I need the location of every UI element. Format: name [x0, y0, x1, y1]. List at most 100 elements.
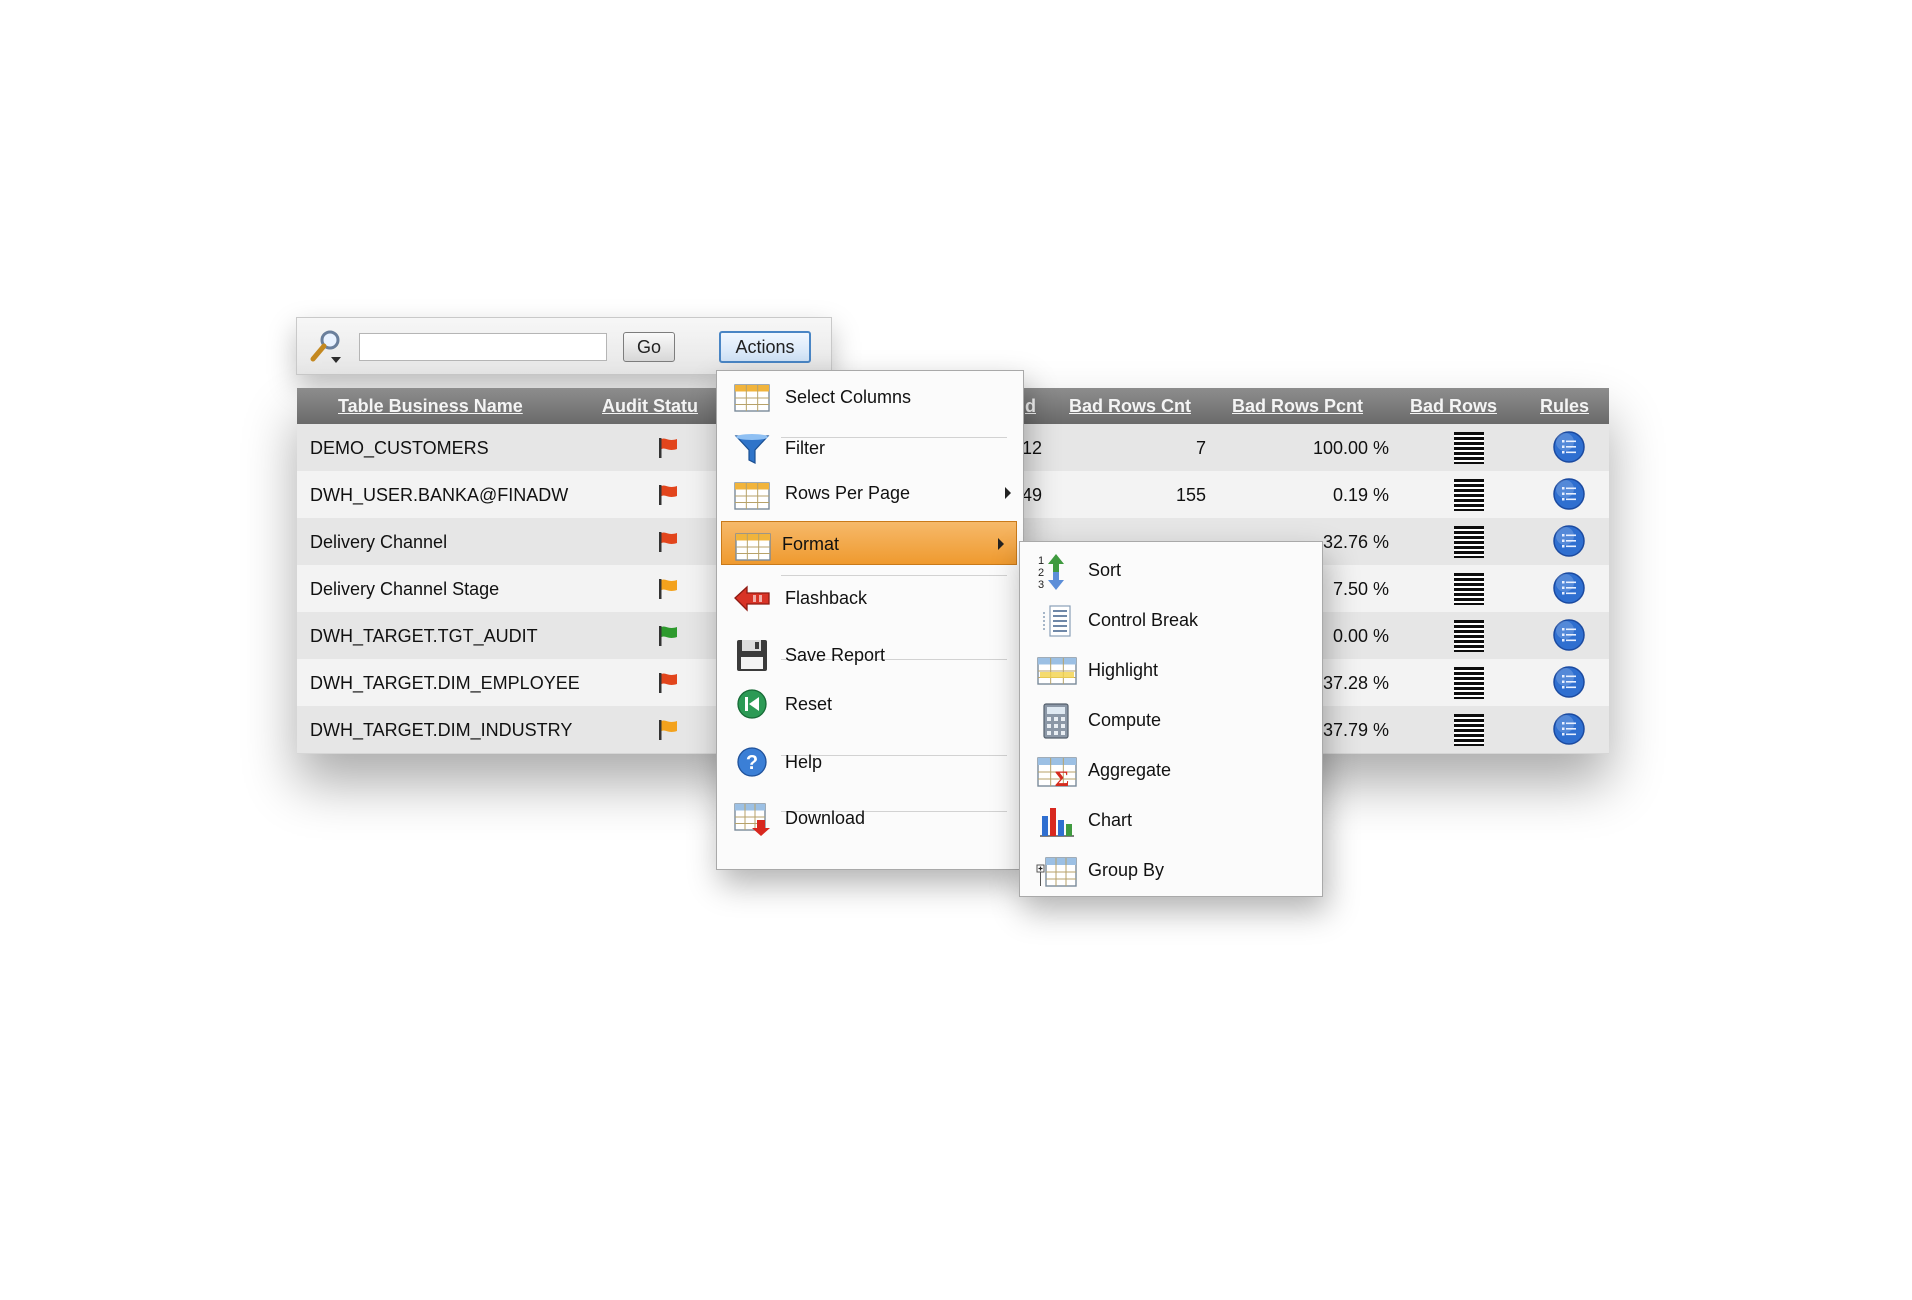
- submenu-arrow-icon: [998, 538, 1004, 550]
- menu-item-save-report[interactable]: Save Report: [717, 633, 1023, 677]
- select-columns-icon: [733, 379, 773, 415]
- menu-item-select-columns[interactable]: Select Columns: [717, 375, 1023, 419]
- svg-text:?: ?: [746, 752, 758, 774]
- chart-icon: [1036, 802, 1078, 840]
- actions-menu: Select Columns Filter Rows Per Page Format F…: [716, 370, 1024, 870]
- menu-item-format[interactable]: Format: [721, 521, 1017, 565]
- save-icon: [733, 637, 773, 673]
- submenu-item-control-break[interactable]: Control Break: [1020, 598, 1322, 644]
- partial-value-cell: 12: [1022, 438, 1043, 458]
- svg-text:3: 3: [1038, 579, 1044, 590]
- submenu-item-group-by[interactable]: Group By: [1020, 848, 1322, 894]
- submenu-item-label: Aggregate: [1088, 760, 1172, 780]
- bad-rows-cnt-cell: 7: [1195, 438, 1206, 458]
- header-table-business-name[interactable]: Table Business Name: [338, 396, 523, 417]
- table-name-cell: DWH_USER.BANKA@FINADW: [310, 485, 569, 505]
- table-name-cell: Delivery Channel Stage: [310, 579, 500, 599]
- bad-rows-barcode-icon[interactable]: [1454, 573, 1484, 605]
- header-partial-column[interactable]: d: [1025, 396, 1036, 417]
- svg-text:2: 2: [1038, 567, 1044, 579]
- actions-button[interactable]: Actions: [719, 331, 811, 363]
- submenu-item-label: Sort: [1088, 560, 1122, 580]
- header-rules[interactable]: Rules: [1540, 396, 1589, 417]
- format-icon: [734, 526, 774, 562]
- submenu-item-sort[interactable]: 1 2 3 Sort: [1020, 548, 1322, 594]
- bad-rows-pcnt-cell: 37.79 %: [1322, 720, 1389, 740]
- table-name-cell: DWH_TARGET.TGT_AUDIT: [310, 626, 538, 646]
- audit-flag-icon: [657, 671, 679, 695]
- search-input[interactable]: [359, 333, 607, 361]
- submenu-item-aggregate[interactable]: Σ Aggregate: [1020, 748, 1322, 794]
- audit-flag-icon: [657, 530, 679, 554]
- go-button[interactable]: Go: [623, 332, 675, 362]
- menu-item-filter[interactable]: Filter: [717, 426, 1023, 470]
- svg-text:1: 1: [1038, 555, 1044, 567]
- rules-icon[interactable]: [1552, 665, 1586, 699]
- submenu-item-label: Control Break: [1088, 610, 1199, 630]
- bad-rows-barcode-icon[interactable]: [1454, 526, 1484, 558]
- menu-item-label: Save Report: [785, 645, 886, 665]
- table-name-cell: DWH_TARGET.DIM_INDUSTRY: [310, 720, 573, 740]
- submenu-item-chart[interactable]: Chart: [1020, 798, 1322, 844]
- header-bad-rows-cnt[interactable]: Bad Rows Cnt: [1069, 396, 1191, 417]
- menu-item-download[interactable]: Download: [717, 796, 1023, 840]
- bad-rows-pcnt-cell: 32.76 %: [1322, 532, 1389, 552]
- menu-item-label: Select Columns: [785, 387, 912, 407]
- table-name-cell: DEMO_CUSTOMERS: [310, 438, 489, 458]
- bad-rows-pcnt-cell: 0.19 %: [1332, 485, 1389, 505]
- group-by-icon: [1036, 852, 1078, 890]
- bad-rows-barcode-icon[interactable]: [1454, 667, 1484, 699]
- submenu-item-label: Chart: [1088, 810, 1133, 830]
- audit-flag-icon: [657, 718, 679, 742]
- header-bad-rows-pcnt[interactable]: Bad Rows Pcnt: [1232, 396, 1363, 417]
- menu-item-rows-per-page[interactable]: Rows Per Page: [717, 471, 1023, 515]
- bad-rows-pcnt-cell: 100.00 %: [1312, 438, 1389, 458]
- audit-flag-icon: [657, 436, 679, 460]
- bad-rows-cnt-cell: 155: [1175, 485, 1206, 505]
- rules-icon[interactable]: [1552, 712, 1586, 746]
- search-toolbar: Go Actions: [296, 317, 832, 375]
- compute-icon: [1036, 702, 1078, 740]
- highlight-icon: [1036, 652, 1078, 690]
- audit-flag-icon: [657, 577, 679, 601]
- download-icon: [733, 800, 773, 836]
- audit-flag-icon: [657, 483, 679, 507]
- menu-item-label: Flashback: [785, 588, 868, 608]
- submenu-item-label: Group By: [1088, 860, 1165, 880]
- partial-value-cell: 49: [1022, 485, 1043, 505]
- submenu-item-label: Highlight: [1088, 660, 1159, 680]
- screenshot-stage: Go Actions Table Business Name Audit Sta…: [0, 0, 1912, 1300]
- bad-rows-pcnt-cell: 7.50 %: [1332, 579, 1389, 599]
- menu-item-reset[interactable]: Reset: [717, 682, 1023, 726]
- rows-per-page-icon: [733, 475, 773, 511]
- filter-icon: [733, 430, 773, 466]
- submenu-item-compute[interactable]: Compute: [1020, 698, 1322, 744]
- header-audit-status[interactable]: Audit Statu: [602, 396, 698, 417]
- rules-icon[interactable]: [1552, 477, 1586, 511]
- bad-rows-barcode-icon[interactable]: [1454, 432, 1484, 464]
- search-icon[interactable]: [307, 327, 347, 367]
- rules-icon[interactable]: [1552, 430, 1586, 464]
- help-icon: ?: [733, 744, 773, 780]
- menu-item-label: Reset: [785, 694, 833, 714]
- menu-item-label: Help: [785, 752, 823, 772]
- bad-rows-barcode-icon[interactable]: [1454, 479, 1484, 511]
- table-name-cell: Delivery Channel: [310, 532, 448, 552]
- rules-icon[interactable]: [1552, 618, 1586, 652]
- bad-rows-pcnt-cell: 0.00 %: [1332, 626, 1389, 646]
- menu-item-flashback[interactable]: Flashback: [717, 576, 1023, 620]
- menu-item-label: Format: [782, 534, 840, 554]
- submenu-item-label: Compute: [1088, 710, 1162, 730]
- bad-rows-barcode-icon[interactable]: [1454, 620, 1484, 652]
- rules-icon[interactable]: [1552, 571, 1586, 605]
- rules-icon[interactable]: [1552, 524, 1586, 558]
- aggregate-icon: Σ: [1036, 752, 1078, 791]
- menu-item-label: Filter: [785, 438, 825, 458]
- submenu-item-highlight[interactable]: Highlight: [1020, 648, 1322, 694]
- menu-item-help[interactable]: ? Help: [717, 740, 1023, 784]
- bad-rows-barcode-icon[interactable]: [1454, 714, 1484, 746]
- header-bad-rows[interactable]: Bad Rows: [1410, 396, 1497, 417]
- control-break-icon: [1036, 602, 1078, 640]
- submenu-arrow-icon: [1005, 487, 1011, 499]
- sort-icon: 123: [1036, 552, 1078, 591]
